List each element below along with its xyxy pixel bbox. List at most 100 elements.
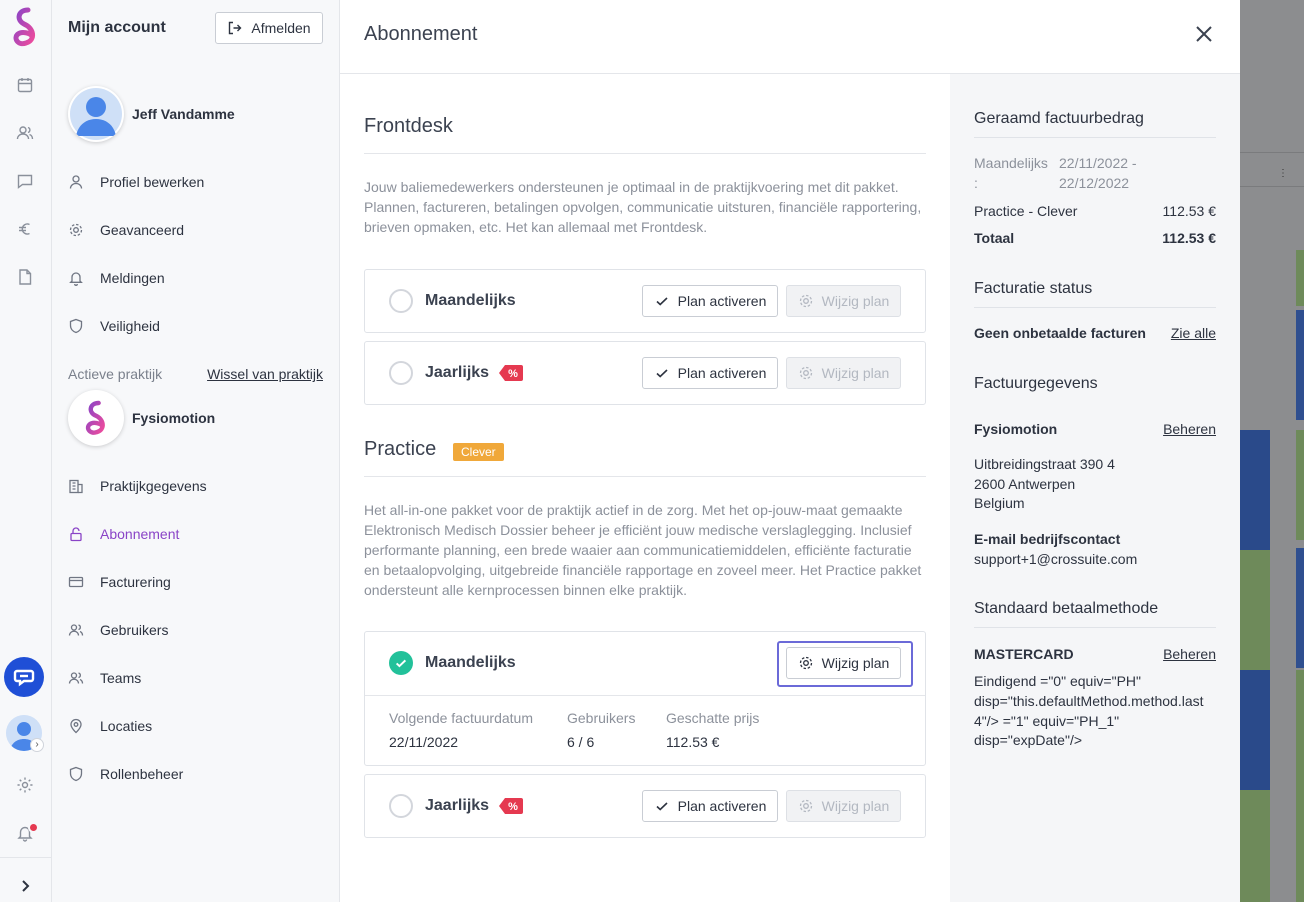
change-plan-button[interactable]: Wijzig plan bbox=[786, 285, 901, 317]
change-plan-button[interactable]: Wijzig plan bbox=[786, 357, 901, 389]
plan-radio[interactable] bbox=[389, 794, 413, 818]
close-icon[interactable] bbox=[1192, 22, 1216, 46]
menu-item-label: Locaties bbox=[100, 718, 153, 734]
support-chat-button[interactable] bbox=[4, 657, 44, 697]
period-from: 22/11/2022 - bbox=[1059, 155, 1137, 171]
activate-plan-button[interactable]: Plan activeren bbox=[642, 357, 778, 389]
activate-plan-button[interactable]: Plan activeren bbox=[642, 790, 778, 822]
see-all-link[interactable]: Zie alle bbox=[1171, 323, 1216, 343]
plan-radio-checked[interactable] bbox=[389, 651, 413, 675]
gear-icon bbox=[799, 799, 812, 813]
menu-item-practice-details[interactable]: Praktijkgegevens bbox=[68, 474, 207, 498]
period-to: 22/12/2022 bbox=[1059, 175, 1130, 191]
settings-icon[interactable] bbox=[13, 773, 37, 797]
logout-button[interactable]: Afmelden bbox=[215, 12, 323, 44]
practice-plan-yearly: Jaarlijks % Plan activeren Wijzig plan bbox=[364, 774, 926, 838]
manage-payment-link[interactable]: Beheren bbox=[1163, 644, 1216, 664]
section-divider bbox=[974, 137, 1216, 138]
plan-name: Maandelijks bbox=[425, 292, 516, 309]
address-line: Uitbreidingstraat 390 4 bbox=[974, 456, 1115, 472]
frontdesk-plan-monthly: Maandelijks Plan activeren Wijzig plan bbox=[364, 269, 926, 333]
change-plan-label: Wijzig plan bbox=[821, 798, 890, 814]
menu-item-label: Praktijkgegevens bbox=[100, 478, 207, 494]
expand-rail-icon[interactable] bbox=[13, 874, 37, 898]
change-plan-button[interactable]: Wijzig plan bbox=[786, 647, 901, 679]
calendar-event bbox=[1240, 670, 1270, 790]
calendar-event bbox=[1240, 550, 1270, 670]
plan-radio[interactable] bbox=[389, 361, 413, 385]
users-icon[interactable] bbox=[13, 121, 37, 145]
status-title: Facturatie status bbox=[974, 280, 1093, 297]
subscription-modal: Abonnement Frontdesk Jouw baliemedewerke… bbox=[340, 0, 1240, 902]
building-icon bbox=[68, 478, 84, 494]
activate-plan-label: Plan activeren bbox=[677, 365, 767, 381]
calendar-event bbox=[1240, 790, 1270, 902]
users-icon bbox=[68, 622, 84, 638]
modal-title: Abonnement bbox=[364, 23, 478, 45]
card-icon bbox=[68, 574, 84, 590]
section-divider bbox=[364, 476, 926, 477]
billing-summary: Geraamd factuurbedrag Maandelijks : 22/1… bbox=[950, 74, 1240, 902]
menu-item-advanced[interactable]: Geavanceerd bbox=[68, 218, 184, 242]
calendar-event bbox=[1296, 548, 1304, 668]
address-line: 2600 Antwerpen bbox=[974, 476, 1076, 492]
menu-item-notifications[interactable]: Meldingen bbox=[68, 266, 165, 290]
menu-item-locations[interactable]: Locaties bbox=[68, 714, 152, 738]
plans-column: Frontdesk Jouw baliemedewerkers onderste… bbox=[340, 74, 950, 902]
activate-plan-button[interactable]: Plan activeren bbox=[642, 285, 778, 317]
shield-icon bbox=[68, 766, 84, 782]
next-invoice-label: Volgende factuurdatum bbox=[389, 710, 533, 726]
calendar-event bbox=[1296, 310, 1304, 420]
user-name: Jeff Vandamme bbox=[132, 106, 235, 122]
frontdesk-description: Jouw baliemedewerkers ondersteunen je op… bbox=[364, 179, 922, 235]
location-icon bbox=[68, 718, 84, 734]
app-logo[interactable] bbox=[8, 6, 42, 48]
change-plan-label: Wijzig plan bbox=[821, 365, 890, 381]
menu-item-teams[interactable]: Teams bbox=[68, 666, 141, 690]
users-icon bbox=[68, 670, 84, 686]
switch-practice-link[interactable]: Wissel van praktijk bbox=[207, 366, 323, 382]
document-icon[interactable] bbox=[13, 265, 37, 289]
logout-icon bbox=[229, 21, 242, 35]
line-item-value: 112.53 € bbox=[1162, 203, 1216, 219]
status-text: Geen onbetaalde facturen bbox=[974, 325, 1146, 341]
manage-billing-link[interactable]: Beheren bbox=[1163, 419, 1216, 439]
chevron-right-icon[interactable]: › bbox=[30, 738, 44, 752]
menu-item-invoicing[interactable]: Facturering bbox=[68, 570, 171, 594]
person-icon bbox=[68, 174, 84, 190]
calendar-event bbox=[1296, 250, 1304, 306]
user-avatar[interactable] bbox=[68, 86, 124, 142]
gear-icon bbox=[68, 222, 84, 238]
check-icon bbox=[656, 802, 668, 811]
menu-item-subscription[interactable]: Abonnement bbox=[68, 522, 179, 546]
menu-item-label: Gebruikers bbox=[100, 622, 169, 638]
section-divider bbox=[974, 307, 1216, 308]
active-practice-label: Actieve praktijk bbox=[68, 366, 163, 382]
menu-item-label: Facturering bbox=[100, 574, 171, 590]
calendar-icon[interactable] bbox=[13, 73, 37, 97]
change-plan-label: Wijzig plan bbox=[821, 655, 890, 671]
menu-item-users[interactable]: Gebruikers bbox=[68, 618, 168, 642]
grid-line bbox=[1240, 186, 1304, 187]
calendar-header bbox=[1240, 0, 1304, 152]
menu-item-security[interactable]: Veiligheid bbox=[68, 314, 160, 338]
practice-logo bbox=[68, 390, 124, 446]
chat-icon[interactable] bbox=[13, 169, 37, 193]
bell-icon bbox=[68, 270, 84, 286]
menu-item-roles[interactable]: Rollenbeheer bbox=[68, 762, 183, 786]
change-plan-button[interactable]: Wijzig plan bbox=[786, 790, 901, 822]
notification-badge bbox=[28, 822, 39, 833]
users-label: Gebruikers bbox=[567, 710, 636, 726]
price-value: 112.53 € bbox=[666, 734, 720, 750]
calendar-event bbox=[1240, 430, 1270, 550]
section-divider bbox=[364, 153, 926, 154]
line-item-label: Practice - Clever bbox=[974, 203, 1078, 219]
menu-item-label: Teams bbox=[100, 670, 142, 686]
euro-icon[interactable] bbox=[13, 217, 37, 241]
menu-item-profile[interactable]: Profiel bewerken bbox=[68, 170, 204, 194]
payment-detail-line: disp="expDate"/> bbox=[974, 732, 1083, 748]
payment-detail-line: 4"/> ="1" equiv="PH_1" bbox=[974, 713, 1120, 729]
svg-text:%: % bbox=[508, 368, 518, 380]
gear-icon bbox=[799, 656, 812, 670]
plan-radio[interactable] bbox=[389, 289, 413, 313]
